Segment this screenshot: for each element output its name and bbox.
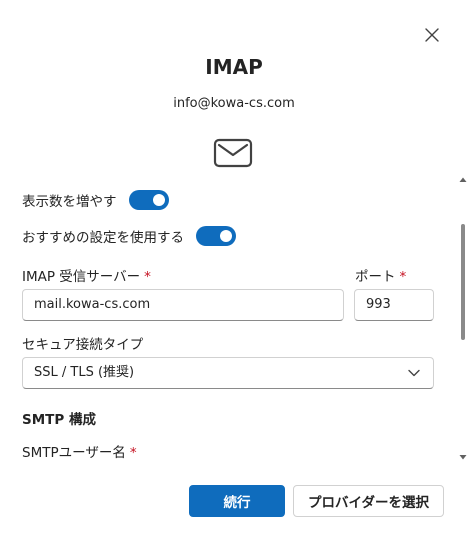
choose-provider-button[interactable]: プロバイダーを選択 bbox=[293, 485, 444, 517]
show-more-label: 表示数を増やす bbox=[22, 194, 117, 210]
scroll-up-arrow-icon[interactable] bbox=[459, 176, 467, 184]
required-asterisk: * bbox=[144, 269, 151, 285]
toggle-knob bbox=[152, 194, 165, 206]
dialog-title: IMAP bbox=[205, 55, 263, 79]
settings-scroll-area[interactable]: 表示数を増やす おすすめの設定を使用する IMAP 受信サーバー * mail.k… bbox=[0, 180, 468, 464]
secure-connection-label: セキュア接続タイプ bbox=[22, 337, 144, 353]
smtp-username-label-text: SMTPユーザー名 bbox=[22, 445, 126, 461]
secure-connection-value: SSL / TLS (推奨) bbox=[34, 365, 135, 380]
port-input[interactable]: 993 bbox=[354, 289, 434, 321]
scrollbar-thumb[interactable] bbox=[461, 224, 465, 340]
recommended-settings-toggle[interactable] bbox=[196, 226, 236, 246]
show-more-row: 表示数を増やす bbox=[22, 188, 169, 212]
smtp-section-title: SMTP 構成 bbox=[22, 412, 96, 428]
close-button[interactable] bbox=[422, 25, 442, 45]
recommended-settings-label: おすすめの設定を使用する bbox=[22, 230, 184, 246]
account-email: info@kowa-cs.com bbox=[173, 96, 295, 111]
chevron-down-icon bbox=[408, 369, 420, 377]
scroll-down-arrow-icon[interactable] bbox=[459, 453, 467, 461]
required-asterisk: * bbox=[399, 269, 407, 285]
continue-button[interactable]: 続行 bbox=[189, 485, 285, 517]
recommended-settings-row: おすすめの設定を使用する bbox=[22, 224, 236, 248]
toggle-knob bbox=[220, 230, 232, 242]
close-icon bbox=[425, 28, 439, 42]
vertical-scrollbar[interactable] bbox=[458, 176, 468, 464]
mail-icon bbox=[212, 137, 254, 169]
secure-connection-select[interactable]: SSL / TLS (推奨) bbox=[22, 357, 434, 389]
imap-server-label-text: IMAP 受信サーバー bbox=[22, 269, 141, 285]
smtp-username-label: SMTPユーザー名 * bbox=[22, 441, 137, 461]
imap-settings-dialog: IMAP info@kowa-cs.com 表示数を増やす おすすめの設定を使用… bbox=[0, 0, 468, 540]
show-more-toggle[interactable] bbox=[128, 190, 169, 210]
imap-server-label: IMAP 受信サーバー * bbox=[22, 265, 151, 285]
port-label: ポート * bbox=[355, 265, 406, 285]
required-asterisk: * bbox=[129, 445, 137, 461]
imap-server-input[interactable]: mail.kowa-cs.com bbox=[22, 289, 344, 321]
port-label-text: ポート bbox=[355, 269, 396, 285]
